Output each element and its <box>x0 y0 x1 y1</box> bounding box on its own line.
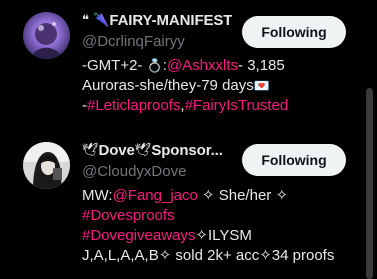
bio-text: Auroras-she/they-79 days <box>82 77 254 94</box>
ring-icon: 💍 <box>146 59 163 74</box>
mention-link[interactable]: @Ashxxlts <box>167 57 238 74</box>
bio-line: J,A,L,A,A,B✧ sold 2k+ acc✧34 proofs <box>82 246 357 266</box>
display-name-prefix: ❝ 🌂 <box>82 12 110 28</box>
user-handle[interactable]: @CloudyxDove <box>82 163 186 180</box>
hashtag-link[interactable]: #FairyIsTrusted <box>185 97 289 114</box>
bio-line: -GMT+2- 💍:@Ashxxlts- 3,185 <box>82 56 357 76</box>
avatar[interactable] <box>23 12 70 59</box>
user-bio: -GMT+2- 💍:@Ashxxlts- 3,185 Auroras-she/t… <box>82 56 357 116</box>
bio-text: ✧ILYSM <box>195 227 252 244</box>
bio-line: Auroras-she/they-79 days💌 <box>82 76 357 96</box>
bio-line: -#Leticlaproofs,#FairyIsTrusted <box>82 96 357 116</box>
bio-text: J,A,L,A,A,B✧ sold 2k+ acc✧34 proofs <box>82 247 335 264</box>
following-button[interactable]: Following <box>242 16 346 48</box>
mention-link[interactable]: @Fang_jaco <box>113 187 198 204</box>
bio-line: #Dovesproofs <box>82 206 357 226</box>
display-name-row[interactable]: 🕊 Dove 🕊 Sponsor... <box>82 140 223 160</box>
scrollbar-thumb[interactable] <box>366 88 373 279</box>
user-handle[interactable]: @DcrlinqFairyy <box>82 33 185 50</box>
avatar[interactable] <box>23 142 70 189</box>
hashtag-link[interactable]: #Dovesproofs <box>82 207 175 224</box>
dove-icon: 🕊 <box>82 142 99 158</box>
display-name: FAIRY-MANIFESTI... <box>109 11 232 29</box>
display-name-suffix: Sponsor... <box>151 141 223 159</box>
bio-text: MW: <box>82 187 113 204</box>
following-button[interactable]: Following <box>242 144 346 176</box>
user-bio: MW:@Fang_jaco ✧ She/her ✧ #Dovesproofs #… <box>82 186 357 266</box>
dove-icon: 🕊 <box>134 142 152 158</box>
user-cell[interactable]: 🕊 Dove 🕊 Sponsor... @CloudyxDove Followi… <box>0 130 362 279</box>
bio-text: ✧ She/her ✧ <box>197 187 289 204</box>
user-cell[interactable]: ❝ 🌂 FAIRY-MANIFESTI... @DcrlinqFairyy Fo… <box>0 0 362 130</box>
bio-text: -GMT+2- <box>82 57 147 74</box>
display-name-row[interactable]: ❝ 🌂 FAIRY-MANIFESTI... <box>82 10 232 30</box>
who-to-follow-list: ❝ 🌂 FAIRY-MANIFESTI... @DcrlinqFairyy Fo… <box>0 0 362 279</box>
love-letter-icon: 💌 <box>253 79 270 94</box>
display-name: Dove <box>98 141 135 159</box>
bio-line: #Dovegiveaways✧ILYSM <box>82 226 357 246</box>
hashtag-link[interactable]: #Leticlaproofs <box>87 97 180 114</box>
hashtag-link[interactable]: #Dovegiveaways <box>82 227 195 244</box>
bio-line: MW:@Fang_jaco ✧ She/her ✧ <box>82 186 357 206</box>
bio-text: - 3,185 <box>238 57 285 74</box>
scrollbar[interactable] <box>362 0 377 279</box>
